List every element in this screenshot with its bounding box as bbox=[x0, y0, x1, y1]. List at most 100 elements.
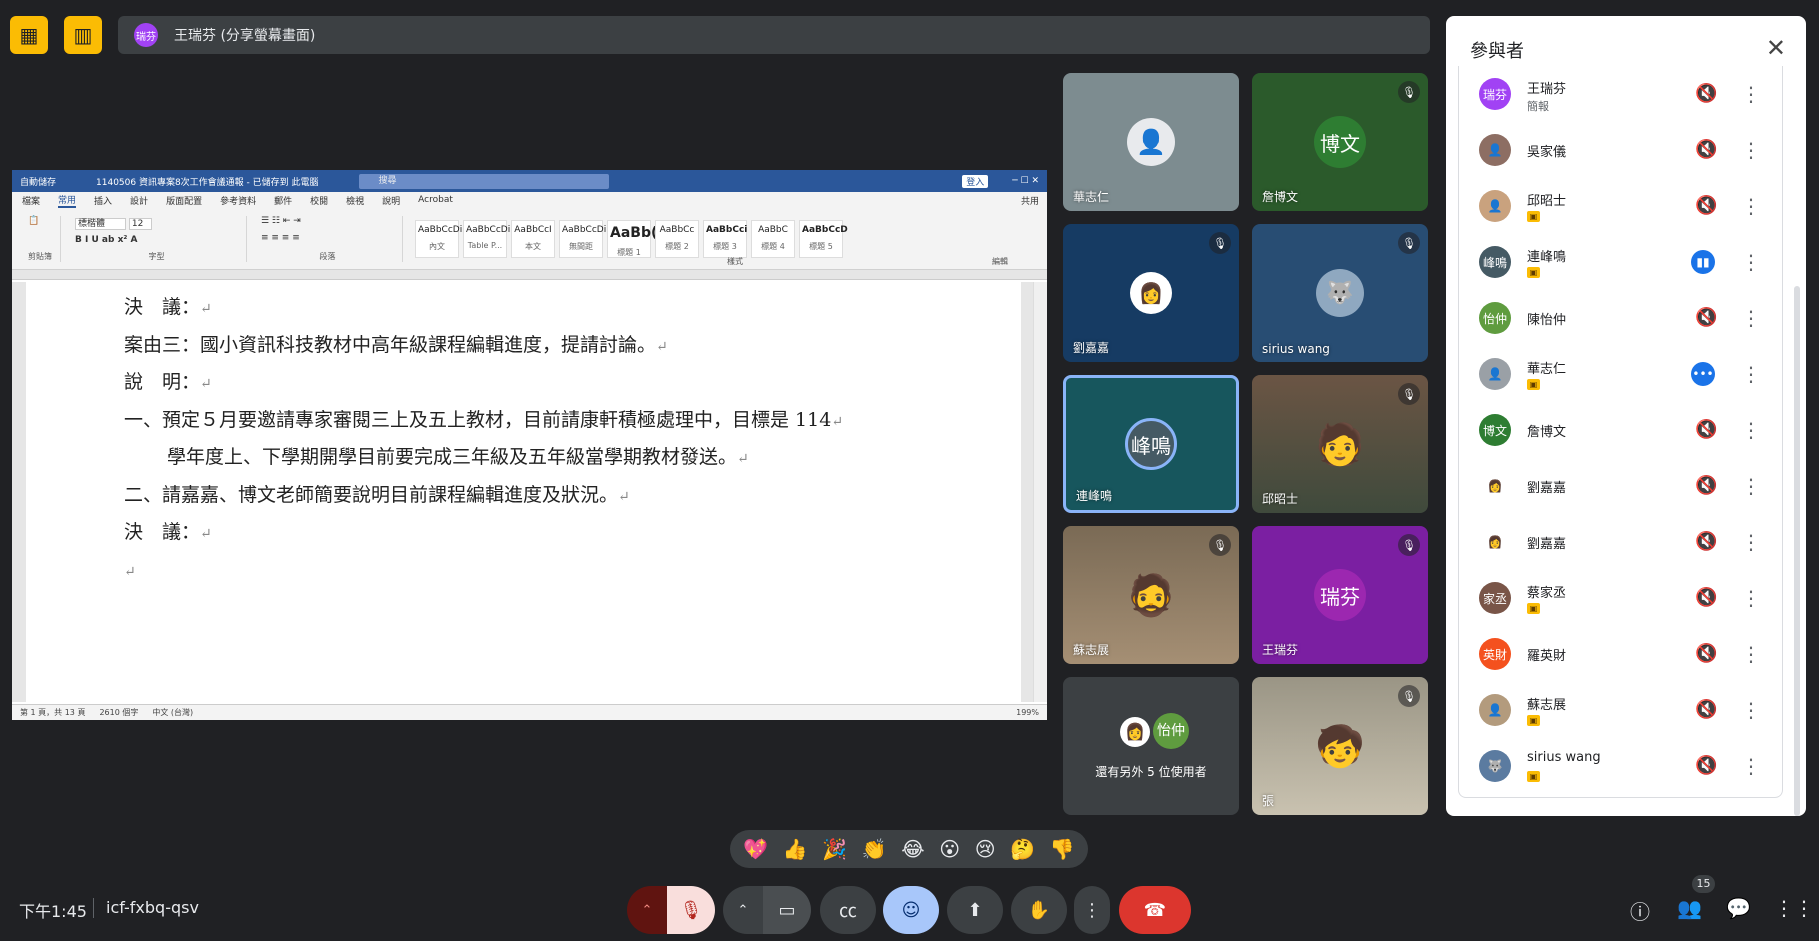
more-options-icon[interactable]: ⋮ bbox=[1741, 530, 1761, 554]
mic-off-icon: 🎙 bbox=[1398, 232, 1420, 254]
participant-row[interactable]: 家丞 蔡家丞 ▣ 🔇 ⋮ bbox=[1459, 570, 1782, 626]
companion-mode-icon[interactable]: ▥ bbox=[64, 16, 102, 54]
mic-off-icon[interactable]: 🔇 bbox=[1695, 195, 1717, 216]
more-options-icon[interactable]: ⋮ bbox=[1741, 698, 1761, 722]
font-size: 12 bbox=[128, 217, 153, 230]
more-options-icon[interactable]: ⋮ bbox=[1741, 754, 1761, 778]
doc-line: 學年度上、下學期開學目前要完成三年級及五年級當學期教材發送。↵ bbox=[167, 446, 749, 468]
participant-row[interactable]: 博文 詹博文 🔇 ⋮ bbox=[1459, 402, 1782, 458]
captions-button[interactable]: ㏄ bbox=[820, 886, 876, 934]
mic-off-icon[interactable]: 🔇 bbox=[1695, 307, 1717, 328]
mic-off-icon: 🎙 bbox=[1398, 383, 1420, 405]
autosave-label: 自動儲存 bbox=[20, 177, 57, 188]
more-options-icon[interactable]: ⋮ bbox=[1741, 642, 1761, 666]
mic-off-icon: 🎙 bbox=[1398, 685, 1420, 707]
leave-call-button[interactable]: ☎ bbox=[1119, 886, 1191, 934]
more-options-icon[interactable]: ⋮ bbox=[1741, 418, 1761, 442]
speaking-icon[interactable]: ▮▮ bbox=[1691, 250, 1715, 274]
language: 中文 (台灣) bbox=[152, 708, 194, 717]
more-options-icon[interactable]: ⋮ bbox=[1741, 474, 1761, 498]
reaction-party-icon[interactable]: 🎉 bbox=[822, 837, 847, 861]
participant-tile[interactable]: 🧒 🎙 張 bbox=[1252, 677, 1428, 815]
mic-off-icon[interactable]: 🔇 bbox=[1695, 699, 1717, 720]
participant-tile[interactable]: 峰鳴 連峰鳴 bbox=[1063, 375, 1239, 513]
participant-row[interactable]: 英財 羅英財 🔇 ⋮ bbox=[1459, 626, 1782, 682]
audio-options-button[interactable]: ⌃ bbox=[627, 886, 667, 934]
chat-icon[interactable]: 💬 bbox=[1726, 896, 1751, 920]
mic-off-icon[interactable]: 🔇 bbox=[1695, 419, 1717, 440]
participant-row[interactable]: 瑞芬 王瑞芬 簡報 🔇 ⋮ bbox=[1459, 66, 1782, 122]
participant-tile[interactable]: 👤 華志仁 bbox=[1063, 73, 1239, 211]
reaction-surprised-icon[interactable]: 😮 bbox=[939, 837, 960, 861]
video-options-button[interactable]: ⌃ bbox=[723, 886, 763, 934]
reaction-sad-icon[interactable]: 😢 bbox=[975, 837, 996, 861]
word-tab: 郵件 bbox=[274, 196, 293, 207]
reaction-clap-icon[interactable]: 👏 bbox=[862, 837, 887, 861]
word-tab: 檢視 bbox=[346, 196, 365, 207]
more-dots-icon[interactable]: ••• bbox=[1691, 362, 1715, 386]
people-count-badge: 15 bbox=[1692, 875, 1715, 893]
mic-off-icon[interactable]: 🔇 bbox=[1695, 587, 1717, 608]
more-options-icon[interactable]: ⋮ bbox=[1741, 362, 1761, 386]
more-options-icon[interactable]: ⋮ bbox=[1741, 250, 1761, 274]
participant-row[interactable]: 👤 吳家儀 🔇 ⋮ bbox=[1459, 122, 1782, 178]
participant-row[interactable]: 👩 劉嘉嘉 🔇 ⋮ bbox=[1459, 514, 1782, 570]
mic-off-icon[interactable]: 🔇 bbox=[1695, 475, 1717, 496]
participant-tile[interactable]: 🧑 🎙 邱昭士 bbox=[1252, 375, 1428, 513]
mic-off-icon[interactable]: 🔇 bbox=[1695, 139, 1717, 160]
activities-icon[interactable]: ⋮⋮ bbox=[1774, 896, 1814, 920]
participant-row[interactable]: 峰鳴 連峰鳴 ▣ ▮▮ ⋮ bbox=[1459, 234, 1782, 290]
avatar: 博文 bbox=[1314, 116, 1366, 168]
style-item: AaBb(標題 1 bbox=[607, 219, 657, 258]
participant-name: 羅英財 bbox=[1527, 649, 1567, 664]
panel-scrollbar[interactable] bbox=[1794, 286, 1800, 816]
participant-row[interactable]: 👩 劉嘉嘉 🔇 ⋮ bbox=[1459, 458, 1782, 514]
present-button[interactable]: ⬆ bbox=[947, 886, 1003, 934]
video-person-icon: 🧑 bbox=[1315, 421, 1365, 468]
raise-hand-button[interactable]: ✋ bbox=[1011, 886, 1067, 934]
participant-row[interactable]: 怡仲 陳怡仲 🔇 ⋮ bbox=[1459, 290, 1782, 346]
participant-row[interactable]: 👤 蘇志展 ▣ 🔇 ⋮ bbox=[1459, 682, 1782, 738]
participant-row[interactable]: 👤 華志仁 ▣ ••• ⋮ bbox=[1459, 346, 1782, 402]
more-options-icon[interactable]: ⋮ bbox=[1741, 586, 1761, 610]
mic-off-icon: 🎙 bbox=[1209, 534, 1231, 556]
participant-role: 簡報 bbox=[1527, 100, 1549, 113]
reaction-laugh-icon[interactable]: 😂 bbox=[901, 837, 924, 861]
participant-tile[interactable]: 👩 🎙 劉嘉嘉 bbox=[1063, 224, 1239, 362]
tile-name: 邱昭士 bbox=[1262, 492, 1299, 506]
participant-tile[interactable]: 瑞芬 🎙 王瑞芬 bbox=[1252, 526, 1428, 664]
tile-name: 連峰鳴 bbox=[1076, 489, 1113, 503]
camera-button[interactable]: ▭ bbox=[763, 886, 811, 934]
more-options-icon[interactable]: ⋮ bbox=[1741, 194, 1761, 218]
mic-off-icon[interactable]: 🔇 bbox=[1695, 643, 1717, 664]
more-options-icon[interactable]: ⋮ bbox=[1741, 306, 1761, 330]
word-login-button: 登入 bbox=[962, 174, 989, 188]
reaction-thumbsup-icon[interactable]: 👍 bbox=[783, 837, 808, 861]
more-participants-tile[interactable]: 👩 怡仲 還有另外 5 位使用者 bbox=[1063, 677, 1239, 815]
participant-tile[interactable]: 🧔 🎙 蘇志展 bbox=[1063, 526, 1239, 664]
video-person-icon: 🧒 bbox=[1315, 723, 1365, 770]
mic-off-icon[interactable]: 🔇 bbox=[1695, 83, 1717, 104]
people-icon[interactable]: 👥 bbox=[1677, 896, 1702, 920]
participant-name: 陳怡仲 bbox=[1527, 313, 1567, 328]
recording-icon[interactable]: ▦ bbox=[10, 16, 48, 54]
more-participants-label: 還有另外 5 位使用者 bbox=[1095, 765, 1207, 779]
info-icon[interactable]: ⓘ bbox=[1630, 896, 1650, 925]
word-tab: 常用 bbox=[58, 193, 77, 208]
reaction-thinking-icon[interactable]: 🤔 bbox=[1010, 837, 1035, 861]
mic-off-icon[interactable]: 🔇 bbox=[1695, 755, 1717, 776]
close-icon[interactable]: ✕ bbox=[1766, 34, 1786, 62]
mic-off-button[interactable]: 🎙 bbox=[667, 886, 715, 934]
participant-tile[interactable]: 博文 🎙 詹博文 bbox=[1252, 73, 1428, 211]
guest-tag-icon: ▣ bbox=[1527, 771, 1540, 782]
reaction-thumbsdown-icon[interactable]: 👎 bbox=[1050, 837, 1075, 861]
participant-row[interactable]: 👤 邱昭士 ▣ 🔇 ⋮ bbox=[1459, 178, 1782, 234]
more-options-button[interactable]: ⋮ bbox=[1074, 886, 1110, 934]
reaction-heart-icon[interactable]: 💖 bbox=[743, 837, 768, 861]
participant-row[interactable]: 🐺 sirius wang ▣ 🔇 ⋮ bbox=[1459, 738, 1782, 794]
more-options-icon[interactable]: ⋮ bbox=[1741, 138, 1761, 162]
more-options-icon[interactable]: ⋮ bbox=[1741, 82, 1761, 106]
emoji-button[interactable]: ☺ bbox=[883, 886, 939, 934]
mic-off-icon[interactable]: 🔇 bbox=[1695, 531, 1717, 552]
participant-tile[interactable]: 🐺 🎙 sirius wang bbox=[1252, 224, 1428, 362]
